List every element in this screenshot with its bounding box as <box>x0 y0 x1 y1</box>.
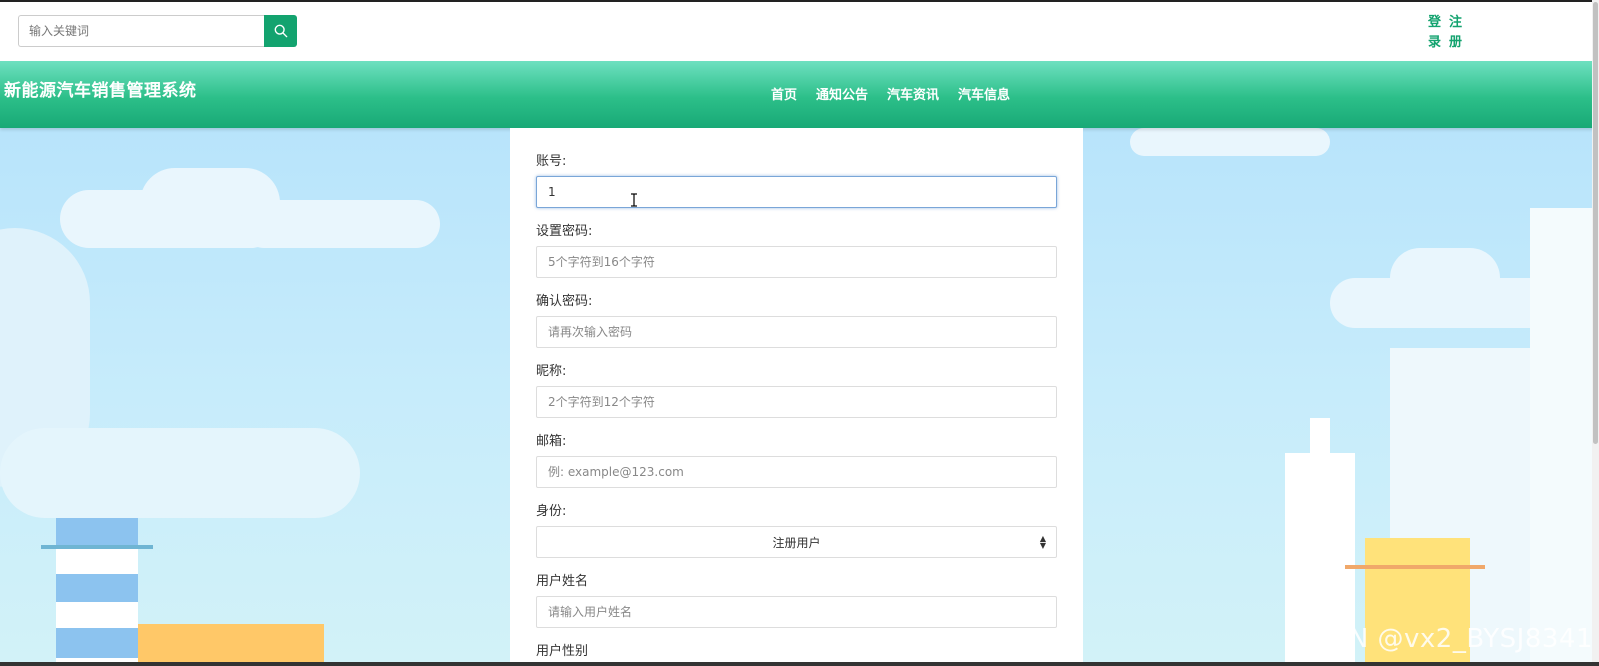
window-bottom-border <box>0 662 1599 666</box>
identity-select[interactable]: 注册用户 ▲ ▼ <box>536 526 1057 558</box>
login-char-2: 录 <box>1428 35 1442 50</box>
building <box>1345 565 1485 569</box>
confirm-password-label: 确认密码: <box>536 294 593 309</box>
password-label: 设置密码: <box>536 224 593 239</box>
cloud <box>240 200 440 248</box>
search-input[interactable] <box>18 15 264 47</box>
building <box>41 545 153 549</box>
nav-car-news[interactable]: 汽车资讯 <box>887 84 939 103</box>
account-label: 账号: <box>536 154 567 169</box>
building <box>1530 208 1599 666</box>
top-bar: 登 录 注 册 <box>0 0 1599 61</box>
page-scrollbar[interactable] <box>1592 0 1599 666</box>
register-char-1: 注 <box>1449 15 1463 30</box>
cloud <box>1130 128 1330 156</box>
text-cursor-icon <box>631 193 637 207</box>
login-char-1: 登 <box>1428 15 1442 30</box>
building <box>1310 418 1330 458</box>
nav-home[interactable]: 首页 <box>771 84 797 103</box>
select-arrows-icon: ▲ ▼ <box>1039 534 1046 550</box>
scrollbar-thumb[interactable] <box>1593 2 1598 444</box>
account-input[interactable] <box>536 176 1057 208</box>
watermark: CSDN @vx2_BYSJ8341 <box>1292 624 1593 654</box>
password-input[interactable] <box>536 246 1057 278</box>
identity-label: 身份: <box>536 504 567 519</box>
building <box>56 574 138 602</box>
email-label: 邮箱: <box>536 434 567 449</box>
confirm-password-input[interactable] <box>536 316 1057 348</box>
email-input[interactable] <box>536 456 1057 488</box>
search-button[interactable] <box>264 15 297 47</box>
gender-label: 用户性别 <box>536 644 589 659</box>
nav-car-info[interactable]: 汽车信息 <box>958 84 1010 103</box>
main-nav: 首页 通知公告 汽车资讯 汽车信息 <box>771 84 1010 103</box>
search-bar <box>18 15 297 47</box>
register-char-2: 册 <box>1449 35 1463 50</box>
building <box>56 628 138 658</box>
nickname-label: 昵称: <box>536 364 567 379</box>
register-form: 账号: 设置密码: 确认密码: 昵称: 邮箱: 身份: 注册用户 ▲▼ 用户姓名… <box>510 128 1083 666</box>
cloud <box>0 428 360 518</box>
site-header: 新能源汽车销售管理系统 首页 通知公告 汽车资讯 汽车信息 <box>0 61 1599 128</box>
nickname-input[interactable] <box>536 386 1057 418</box>
identity-selected-value: 注册用户 <box>772 535 821 550</box>
auth-links: 登 录 注 册 <box>1428 13 1464 53</box>
search-icon <box>274 24 287 38</box>
cloud <box>1390 248 1500 308</box>
user-name-label: 用户姓名 <box>536 574 589 589</box>
site-title: 新能源汽车销售管理系统 <box>4 81 197 101</box>
building <box>138 624 324 666</box>
register-link[interactable]: 注 册 <box>1449 13 1464 53</box>
nav-notices[interactable]: 通知公告 <box>816 84 868 103</box>
user-name-input[interactable] <box>536 596 1057 628</box>
login-link[interactable]: 登 录 <box>1428 13 1443 53</box>
building <box>56 518 138 546</box>
